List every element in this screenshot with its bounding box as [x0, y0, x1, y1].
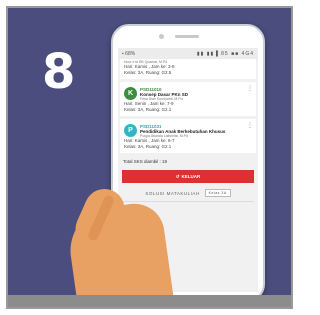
course-card[interactable]: K PSD11010 Konsep Dasar PKn SD Fitria Di…	[120, 82, 256, 116]
more-vert-icon[interactable]: ⋮	[247, 123, 253, 129]
avatar: P	[124, 124, 137, 137]
room: Kelas: 3A, Ruang: G2.1	[124, 107, 172, 112]
status-bar: ▪ 68% ▮▮ ▮▮▐ 85 ■■ 4G4	[118, 48, 258, 59]
more-vert-icon[interactable]: ⋮	[247, 86, 253, 92]
earpiece	[175, 35, 199, 38]
room: Kelas: 3A, Ruang: G2.5	[124, 70, 172, 75]
solusi-label: SOLUSI MATAKULIAH	[145, 190, 200, 196]
avatar: K	[124, 87, 137, 100]
floor-band	[8, 295, 291, 307]
step-number: 8	[42, 44, 76, 100]
camera-icon	[159, 34, 164, 39]
keluar-label: KELUAR	[181, 174, 201, 179]
status-left: ▪ 68%	[122, 50, 136, 57]
course-card[interactable]: P PSD11031 Pendidikan Anak Berkebutuhan …	[120, 119, 256, 153]
total-sks: Total SKS diambil : 19	[123, 159, 168, 164]
course-card[interactable]: Noor Irra DB Quamar, M.Pd Hari: Kamis , …	[120, 59, 256, 79]
exit-icon: ↺	[175, 173, 180, 179]
solusi-row: SOLUSI MATAKULIAH Kelas 3A	[118, 189, 258, 197]
status-right: ▮▮ ▮▮▐ 85 ■■ 4G4	[196, 50, 254, 57]
room: Kelas: 3A, Ruang: G2.1	[124, 144, 172, 149]
illustration-frame: 8 ▪ 68% ▮▮ ▮▮▐ 85 ■■ 4G4 Noor Irra DB Qu…	[6, 6, 293, 309]
keluar-button[interactable]: ↺ KELUAR	[122, 170, 254, 183]
kelas-select[interactable]: Kelas 3A	[204, 189, 231, 197]
